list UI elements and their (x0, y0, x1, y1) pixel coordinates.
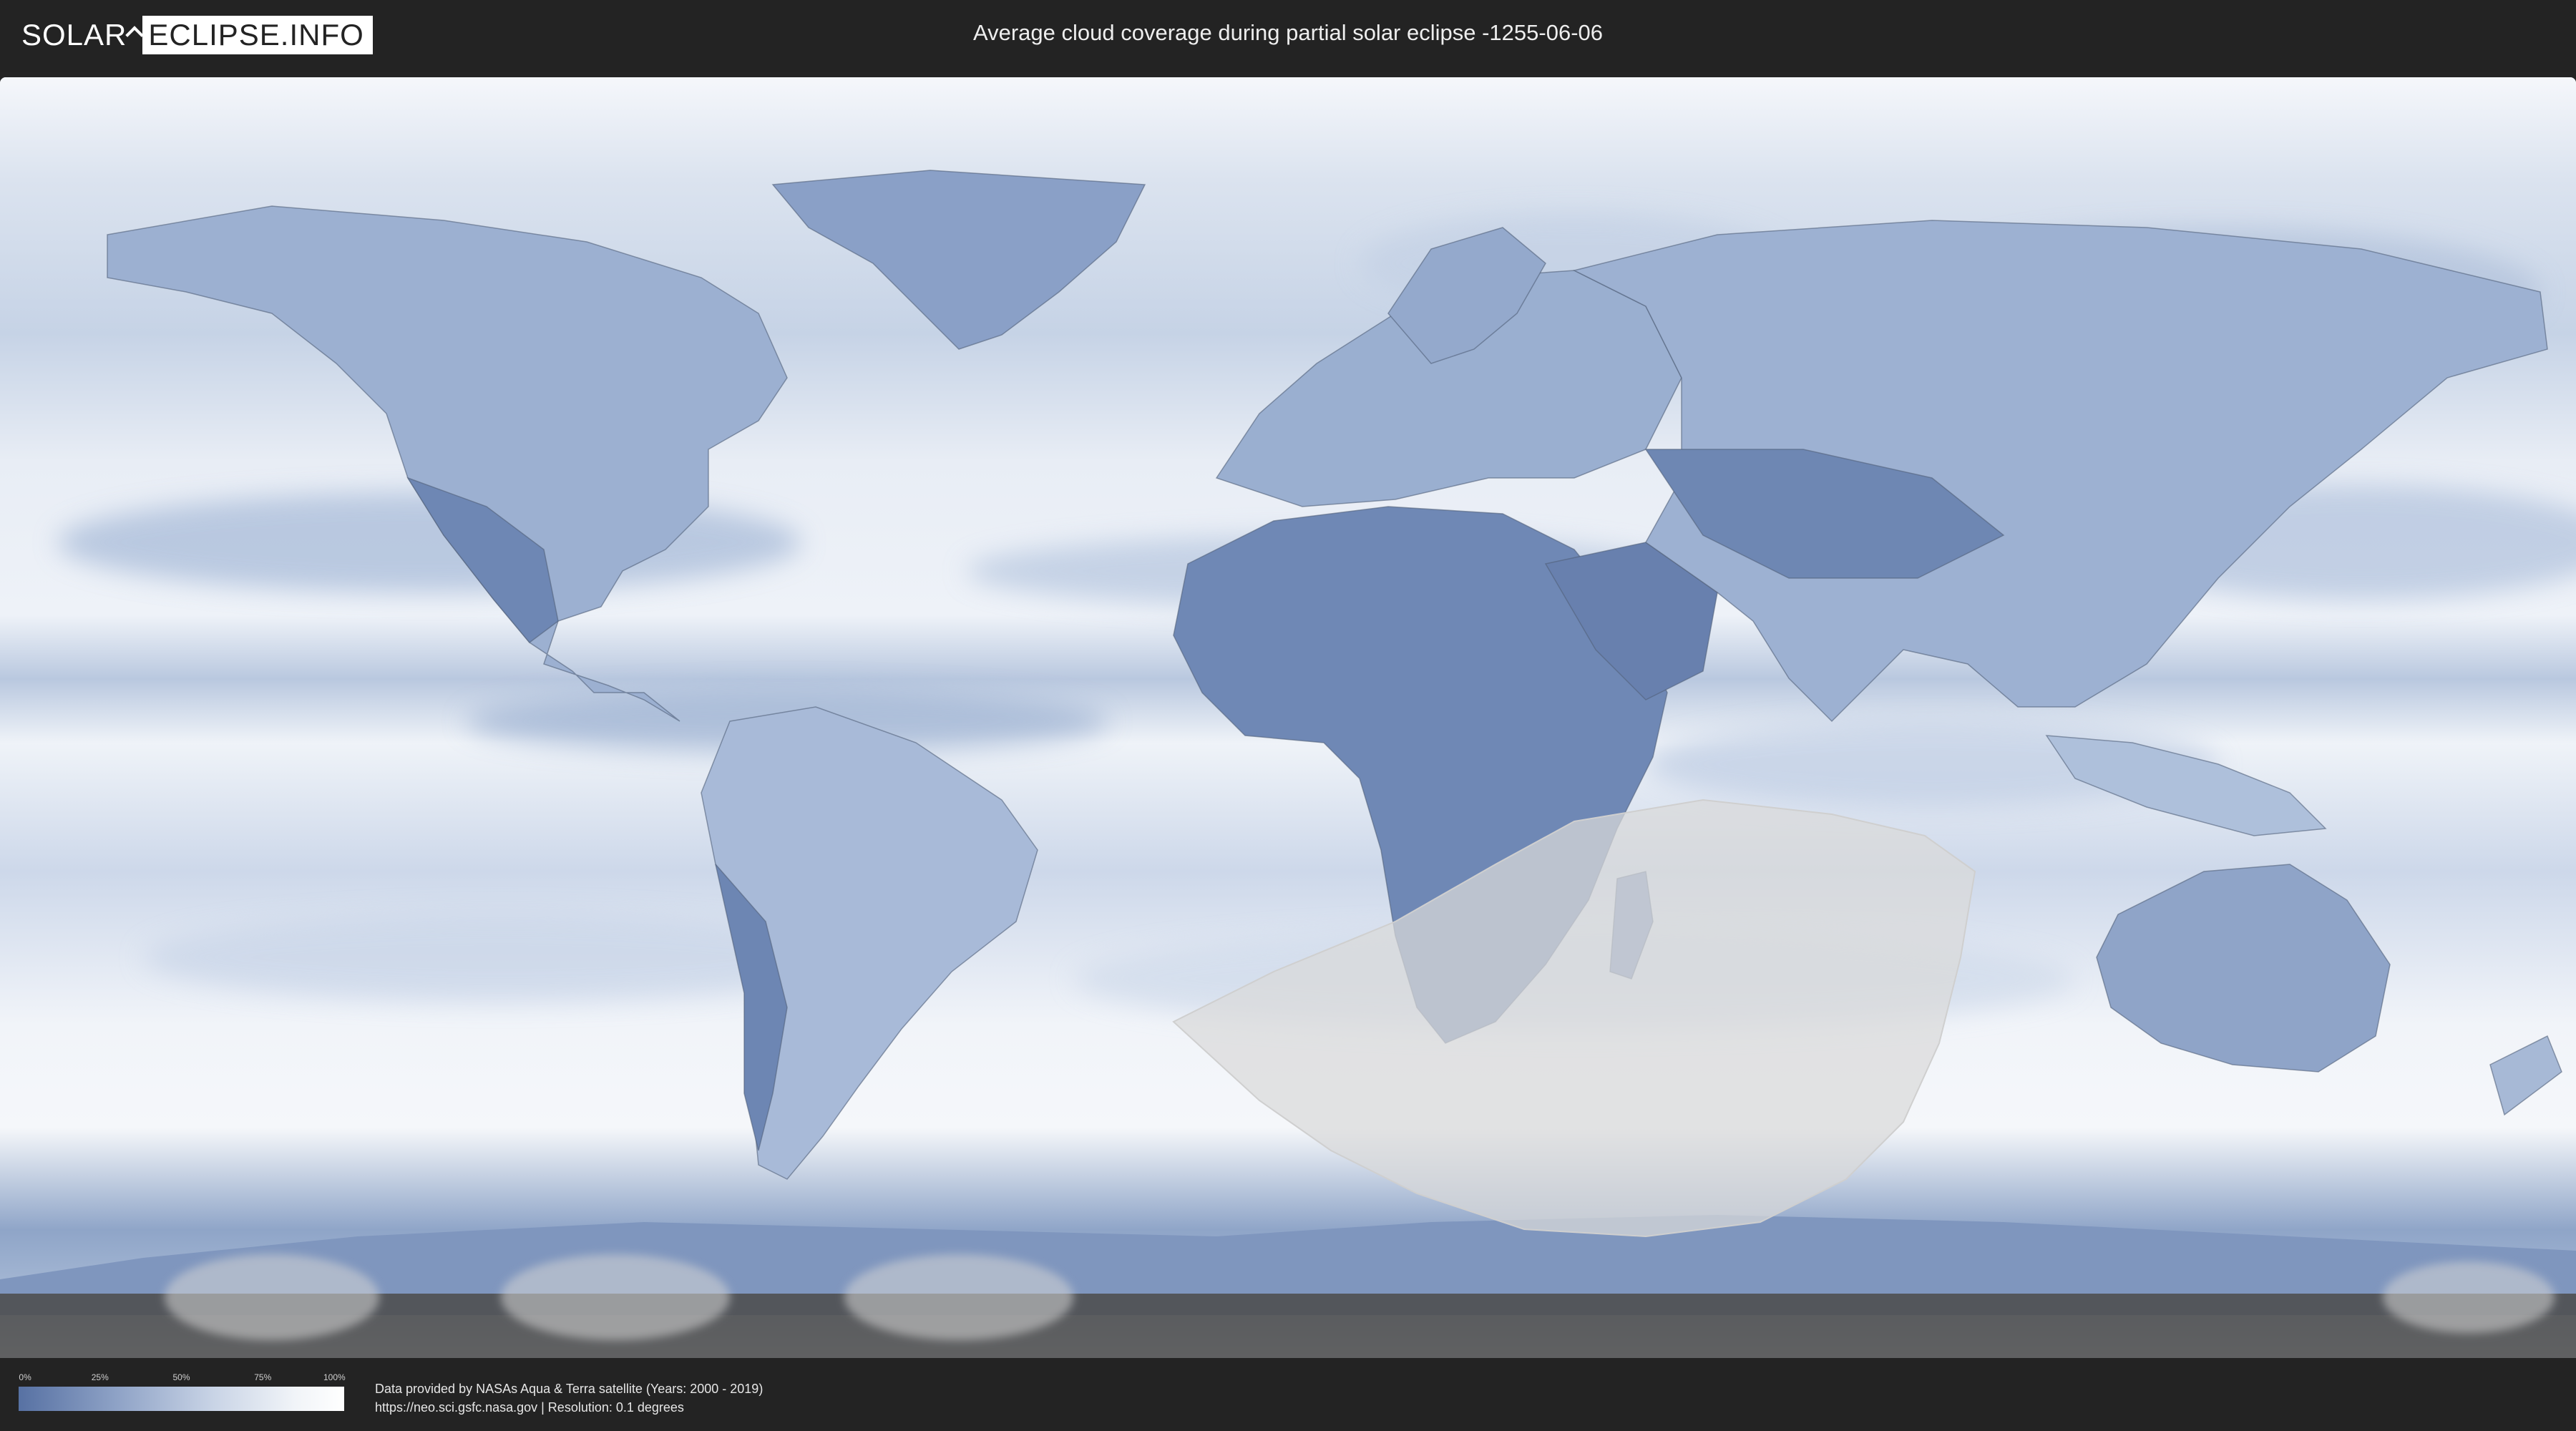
legend-tick-label: 0% (19, 1372, 31, 1382)
world-map-graphic (0, 77, 2576, 1358)
header-bar: SOLAR ECLIPSE.INFO Average cloud coverag… (0, 0, 2576, 72)
polar-night-band (0, 1294, 2576, 1358)
legend-tick-label: 100% (323, 1372, 346, 1382)
legend-tick-label: 50% (172, 1372, 190, 1382)
legend-tick-label: 25% (91, 1372, 109, 1382)
cloud-coverage-legend: 0% 25% 50% 75% 100% (19, 1372, 346, 1411)
credit-line-source: Data provided by NASAs Aqua & Terra sate… (375, 1382, 763, 1396)
data-credit: Data provided by NASAs Aqua & Terra sate… (375, 1379, 763, 1417)
cloud-coverage-map[interactable] (0, 77, 2576, 1358)
page-title: Average cloud coverage during partial so… (972, 20, 1604, 45)
legend-ticks: 0% 25% 50% 75% 100% (19, 1372, 346, 1385)
footer-bar: 0% 25% 50% 75% 100% Data provided by NAS… (0, 1358, 2576, 1431)
credit-line-url: https://neo.sci.gsfc.nasa.gov | Resoluti… (375, 1400, 684, 1415)
legend-tick-label: 75% (254, 1372, 272, 1382)
legend-color-bar (19, 1387, 344, 1411)
